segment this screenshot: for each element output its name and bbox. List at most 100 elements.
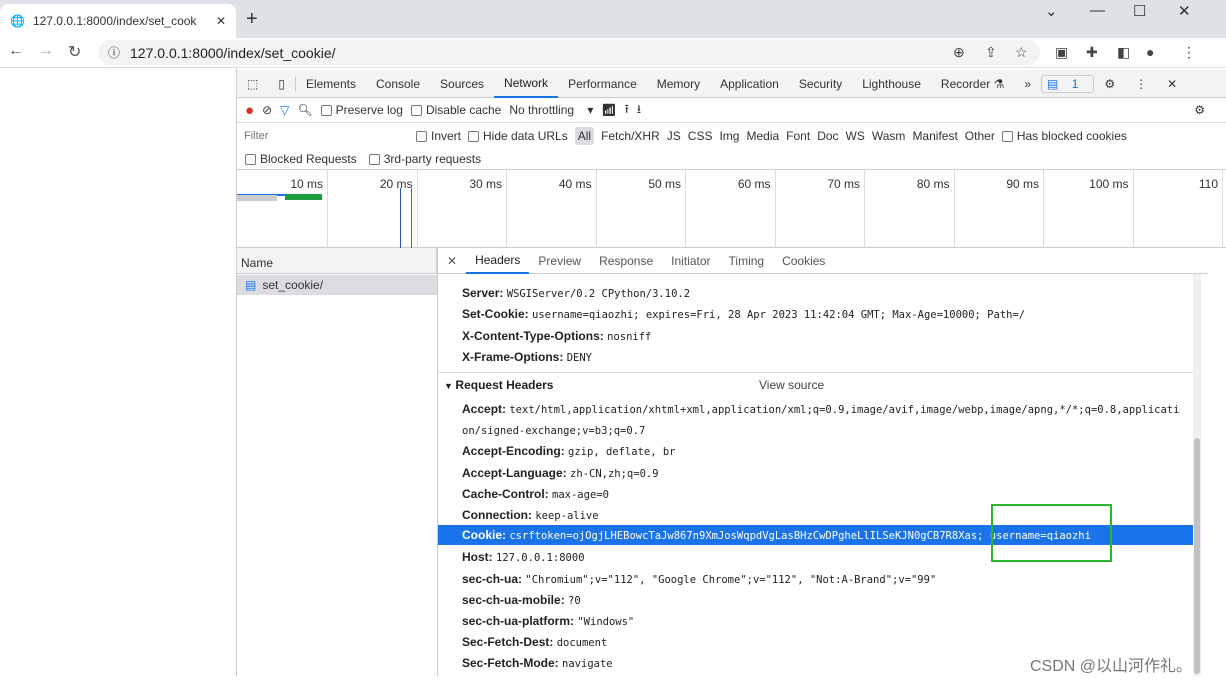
watermark: CSDN @以山河作礼。 bbox=[1030, 658, 1193, 675]
close-detail-icon[interactable]: ✕ bbox=[438, 254, 466, 268]
issues-badge[interactable]: ▤ 1 bbox=[1041, 74, 1095, 93]
filter-icon[interactable]: ▽ bbox=[280, 103, 289, 117]
device-toggle-icon[interactable]: ▯ bbox=[268, 76, 296, 91]
zoom-icon[interactable]: ⊕ bbox=[953, 44, 965, 61]
filter-type-css[interactable]: CSS bbox=[688, 129, 713, 143]
tab-application[interactable]: Application bbox=[710, 77, 789, 91]
request-headers-toggle[interactable]: ▼ Request Headers bbox=[444, 378, 553, 392]
view-source-link[interactable]: View source bbox=[759, 378, 824, 392]
tab-preview[interactable]: Preview bbox=[529, 254, 590, 268]
more-options-icon[interactable]: ⋮ bbox=[1125, 77, 1157, 91]
reload-button[interactable]: ↻ bbox=[68, 42, 81, 62]
throttling-select[interactable]: No throttling ▾ bbox=[509, 103, 593, 117]
blocked-requests-checkbox[interactable]: Blocked Requests bbox=[245, 152, 357, 166]
scrollbar-thumb[interactable] bbox=[1194, 438, 1200, 674]
tab-title: 127.0.0.1:8000/index/set_cook bbox=[32, 14, 197, 28]
network-toolbar: ● ⊘ ▽ 🔍︎ Preserve log Disable cache No t… bbox=[237, 98, 1226, 123]
close-tab-icon[interactable]: ✕ bbox=[216, 14, 226, 28]
disable-cache-checkbox[interactable]: Disable cache bbox=[410, 103, 501, 117]
filter-type-media[interactable]: Media bbox=[746, 129, 779, 143]
filter-input[interactable] bbox=[241, 126, 401, 145]
export-har-icon[interactable]: ⭳ bbox=[637, 100, 641, 121]
filter-type-ws[interactable]: WS bbox=[846, 129, 865, 143]
network-conditions-icon[interactable]: 📶︎ bbox=[601, 103, 616, 117]
preserve-log-checkbox[interactable]: Preserve log bbox=[320, 103, 403, 117]
filter-type-all[interactable]: All bbox=[574, 126, 595, 145]
header-value: nosniff bbox=[607, 330, 652, 343]
tab-response[interactable]: Response bbox=[590, 254, 662, 268]
maximize-button[interactable]: ☐ bbox=[1133, 2, 1146, 20]
inspect-icon[interactable]: ⬚ bbox=[237, 77, 268, 91]
more-tabs-button[interactable]: » bbox=[1014, 77, 1041, 91]
invert-label: Invert bbox=[431, 128, 462, 143]
tab-timing[interactable]: Timing bbox=[720, 254, 774, 268]
name-column-header[interactable]: Name bbox=[237, 248, 437, 274]
bookmark-star-icon[interactable]: ☆ bbox=[1015, 44, 1028, 61]
header-value: WSGIServer/0.2 CPython/3.10.2 bbox=[506, 288, 691, 300]
tab-console[interactable]: Console bbox=[366, 77, 430, 91]
tab-memory[interactable]: Memory bbox=[647, 77, 710, 91]
back-button[interactable]: ← bbox=[8, 42, 24, 60]
header-name: Cookie: bbox=[462, 528, 507, 543]
clear-icon[interactable]: ⊘ bbox=[262, 103, 272, 117]
filter-type-wasm[interactable]: Wasm bbox=[872, 129, 906, 143]
tab-initiator[interactable]: Initiator bbox=[662, 254, 719, 268]
close-devtools-icon[interactable]: ✕ bbox=[1157, 77, 1187, 91]
settings-icon[interactable]: ⚙ bbox=[1094, 77, 1125, 91]
filter-type-font[interactable]: Font bbox=[786, 129, 810, 143]
share-icon[interactable]: ⇪ bbox=[985, 44, 997, 61]
tab-search-icon[interactable]: ⌄ bbox=[1045, 2, 1058, 20]
timeline-gridline bbox=[1132, 170, 1134, 248]
timeline-gridline bbox=[1222, 170, 1223, 248]
third-party-checkbox[interactable]: 3rd-party requests bbox=[368, 151, 482, 166]
tab-network[interactable]: Network bbox=[494, 70, 559, 98]
info-icon[interactable]: ⓘ bbox=[108, 44, 120, 61]
header-name: Accept-Language: bbox=[462, 465, 567, 480]
header-row: on/signed-exchange;v=b3;q=0.7 bbox=[462, 423, 645, 437]
filter-type-js[interactable]: JS bbox=[667, 129, 681, 143]
request-row[interactable]: ▤ set_cookie/ bbox=[237, 275, 437, 295]
record-icon[interactable]: ● bbox=[245, 102, 254, 119]
header-row: Sec-Fetch-Mode: navigate bbox=[462, 656, 613, 670]
header-value: gzip, deflate, br bbox=[568, 446, 676, 459]
timeline-request-bar bbox=[285, 194, 322, 200]
address-bar[interactable]: ⓘ 127.0.0.1:8000/index/set_cookie/ bbox=[98, 40, 1040, 65]
network-settings-icon[interactable]: ⚙ bbox=[1194, 103, 1205, 117]
timeline-gridline bbox=[595, 170, 597, 248]
third-party-label: 3rd-party requests bbox=[383, 151, 482, 166]
minimize-button[interactable]: — bbox=[1090, 2, 1105, 19]
filter-type-doc[interactable]: Doc bbox=[817, 129, 838, 143]
filter-type-img[interactable]: Img bbox=[719, 129, 739, 143]
tab-security[interactable]: Security bbox=[789, 77, 852, 91]
extensions-puzzle-icon[interactable]: ✚ bbox=[1086, 44, 1098, 61]
side-panel-icon[interactable]: ◧ bbox=[1117, 44, 1130, 61]
tab-cookies[interactable]: Cookies bbox=[773, 254, 834, 268]
has-blocked-cookies-checkbox[interactable]: Has blocked cookies bbox=[1001, 129, 1127, 143]
hide-data-urls-checkbox[interactable]: Hide data URLs bbox=[468, 129, 568, 143]
header-row: X-Frame-Options: DENY bbox=[462, 350, 592, 364]
import-har-icon[interactable]: ⭱ bbox=[625, 100, 629, 121]
new-tab-button[interactable]: + bbox=[246, 8, 258, 31]
menu-icon[interactable]: ⋮ bbox=[1182, 44, 1196, 61]
browser-tab[interactable]: 🌐 127.0.0.1:8000/index/set_cook ✕ bbox=[0, 4, 236, 38]
close-window-button[interactable]: ✕ bbox=[1178, 2, 1191, 20]
header-row: sec-ch-ua-platform: "Windows" bbox=[462, 614, 634, 628]
header-value: "Windows" bbox=[577, 616, 635, 628]
tab-performance[interactable]: Performance bbox=[558, 77, 647, 91]
filter-type-other[interactable]: Other bbox=[965, 129, 995, 143]
tab-lighthouse[interactable]: Lighthouse bbox=[852, 77, 931, 91]
tab-headers[interactable]: Headers bbox=[466, 248, 530, 274]
header-name: Cache-Control: bbox=[462, 486, 549, 501]
tab-elements[interactable]: Elements bbox=[296, 77, 366, 91]
search-icon[interactable]: 🔍︎ bbox=[297, 103, 312, 117]
filter-type-fetch-xhr[interactable]: Fetch/XHR bbox=[601, 129, 660, 143]
network-overview-timeline[interactable]: 10 ms 20 ms 30 ms 40 ms 50 ms 60 ms 70 ms 80 ms… bbox=[237, 170, 1226, 248]
tab-recorder[interactable]: Recorder ⚗ bbox=[931, 77, 1014, 91]
tab-sources[interactable]: Sources bbox=[430, 77, 494, 91]
filter-type-manifest[interactable]: Manifest bbox=[912, 129, 957, 143]
profile-avatar[interactable]: ● bbox=[1146, 44, 1154, 60]
extension-x-icon[interactable]: ▣ bbox=[1055, 44, 1068, 61]
forward-button[interactable]: → bbox=[38, 42, 54, 60]
invert-checkbox[interactable]: Invert bbox=[416, 129, 461, 143]
issues-count: 1 bbox=[1071, 76, 1079, 91]
